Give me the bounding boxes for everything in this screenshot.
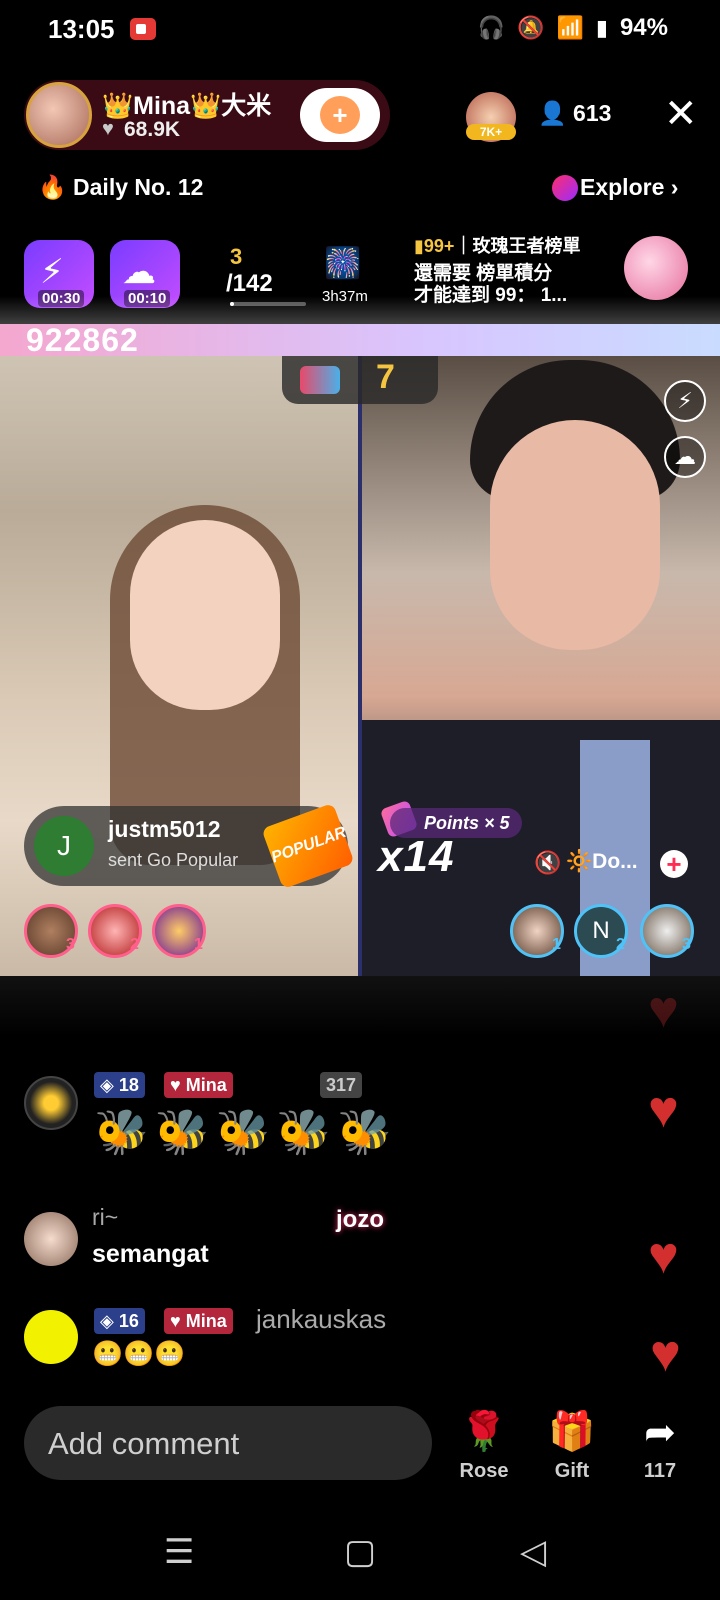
host-card[interactable]: 👑Mina👑大米 ♥ 68.9K + (24, 80, 390, 150)
rose-icon[interactable]: 🌹 (454, 1410, 514, 1454)
level-value: 18 (118, 1075, 139, 1095)
rose-label[interactable]: Rose (444, 1460, 524, 1483)
comment-input[interactable]: Add comment (24, 1406, 432, 1480)
daily-rank[interactable]: 🔥 Daily No. 12 (38, 174, 203, 201)
screen-record-icon (130, 18, 156, 40)
chat-fade (0, 976, 720, 1036)
honor-badge: 317 (320, 1072, 363, 1098)
explore-button[interactable]: Explore › (554, 174, 678, 201)
explore-label: Explore (580, 174, 665, 200)
wifi-icon: 📶 (556, 15, 584, 40)
bee-sticker-icon: 🐝 (94, 1108, 155, 1157)
host-name: 👑Mina👑大米 (102, 92, 272, 120)
share-count: 117 (643, 1460, 677, 1482)
chat-message: semangat (92, 1240, 209, 1268)
fan-badge: ♥ Mina (164, 1308, 233, 1334)
opponent-name[interactable]: 🔆Do... (566, 850, 638, 874)
level-badge: ◈ 16 (94, 1308, 145, 1334)
host-likes: 68.9K (124, 118, 181, 141)
level-badge: ◈ 18 (94, 1072, 145, 1098)
gift-notification: J justm5012 sent Go Popular POPULAR (24, 802, 355, 890)
lightning-icon: ⚡ (40, 253, 64, 291)
gift-label[interactable]: Gift (532, 1460, 612, 1483)
leaderboard-name: ｜玫瑰王者榜單 (454, 236, 581, 256)
fireworks-icon[interactable]: 🎆 (324, 246, 366, 282)
viewer-count[interactable]: 👤 613 (538, 100, 611, 127)
heart-icon: ♥ (650, 1325, 681, 1383)
heart-icon: ♥ (648, 1227, 679, 1285)
battery-level: 94% (619, 14, 668, 41)
mute-icon: 🔕 (517, 15, 545, 40)
close-button[interactable]: ✕ (664, 94, 698, 134)
chat-message: 😬😬😬 (92, 1340, 186, 1368)
menu-icon[interactable]: ☰ (164, 1532, 194, 1572)
host-avatar[interactable] (26, 82, 92, 148)
combo-count: x14 (378, 832, 455, 881)
gift-icon[interactable]: 🎁 (542, 1410, 602, 1454)
share-icon[interactable]: ➦ (630, 1410, 690, 1455)
rank-current: 3 (230, 244, 243, 269)
avatar: J (34, 816, 94, 876)
fan-rank: 1 (194, 936, 203, 953)
status-time: 13:05 (48, 14, 115, 44)
rank-total: /142 (226, 270, 273, 297)
notification-user: justm5012 (108, 816, 221, 842)
opponent-video-face (490, 420, 660, 650)
lightning-icon[interactable]: ⚡ (664, 380, 706, 422)
chat-username[interactable]: ri~ (92, 1204, 118, 1231)
follow-opponent-button[interactable]: + (660, 850, 688, 878)
battery-icon: ▮ (595, 15, 608, 40)
speaker-muted-icon[interactable]: 🔇 (534, 850, 561, 876)
fan-rank: 3 (66, 936, 75, 953)
fan-rank: 2 (130, 936, 139, 953)
leaderboard-title[interactable]: ▮99+｜玫瑰王者榜單 (414, 232, 580, 258)
fan-rank: 3 (682, 936, 691, 953)
pk-score: 922862 (26, 322, 139, 358)
heart-icon: ♥ (648, 981, 679, 1039)
back-icon[interactable]: ◁ (520, 1532, 546, 1572)
cloud-divider (0, 296, 720, 324)
avatar[interactable] (24, 1310, 78, 1364)
headphones-icon: 🎧 (477, 15, 506, 40)
cloud-icon[interactable]: ☁ (664, 436, 706, 478)
viewer-count-value: 613 (573, 100, 612, 126)
bars-icon: ▮ (414, 236, 424, 256)
avatar[interactable] (24, 1212, 78, 1266)
video-divider (358, 356, 362, 976)
heart-plus-icon: + (320, 96, 360, 134)
top-fan-badge: 7K+ (466, 124, 516, 140)
notification-text: sent Go Popular (108, 850, 239, 870)
heart-icon: ♥ (648, 1081, 679, 1139)
fan-rank: 1 (552, 936, 561, 953)
pk-gloves-icon (300, 366, 340, 394)
floating-username: jozo (336, 1206, 384, 1233)
home-icon[interactable]: ▢ (344, 1532, 376, 1572)
fan-badge-name: Mina (185, 1311, 227, 1331)
bee-sticker-icon: 🐝 (337, 1108, 398, 1157)
pk-round: 7 (376, 358, 395, 396)
rose-ball-icon[interactable] (624, 236, 688, 300)
avatar[interactable] (24, 1076, 78, 1130)
fan-rank: 2 (616, 936, 625, 953)
bee-sticker-icon: 🐝 (276, 1108, 338, 1157)
daily-rank-label: Daily No. 12 (73, 174, 204, 200)
bee-sticker-icon: 🐝 (215, 1108, 277, 1157)
leaderboard-count: 99+ (423, 236, 455, 256)
host-video-face (130, 520, 280, 710)
follow-button[interactable]: + (300, 88, 380, 142)
fan-badge: ♥ Mina (164, 1072, 233, 1098)
comment-placeholder: Add comment (48, 1426, 240, 1461)
sticker-row: 🐝🐝🐝🐝🐝 (94, 1106, 398, 1158)
bee-sticker-icon: 🐝 (154, 1108, 216, 1157)
status-bar: 13:05 🎧 🔕 📶 ▮ 94% (0, 0, 720, 64)
status-icons: 🎧 🔕 📶 ▮ 94% (478, 14, 668, 42)
chat-username[interactable]: jankauskas (256, 1304, 386, 1335)
heart-icon: ♥ (102, 118, 114, 140)
level-value: 16 (118, 1311, 139, 1331)
cloud-icon: ☁ (122, 253, 156, 291)
fan-badge-name: Mina (185, 1075, 227, 1095)
